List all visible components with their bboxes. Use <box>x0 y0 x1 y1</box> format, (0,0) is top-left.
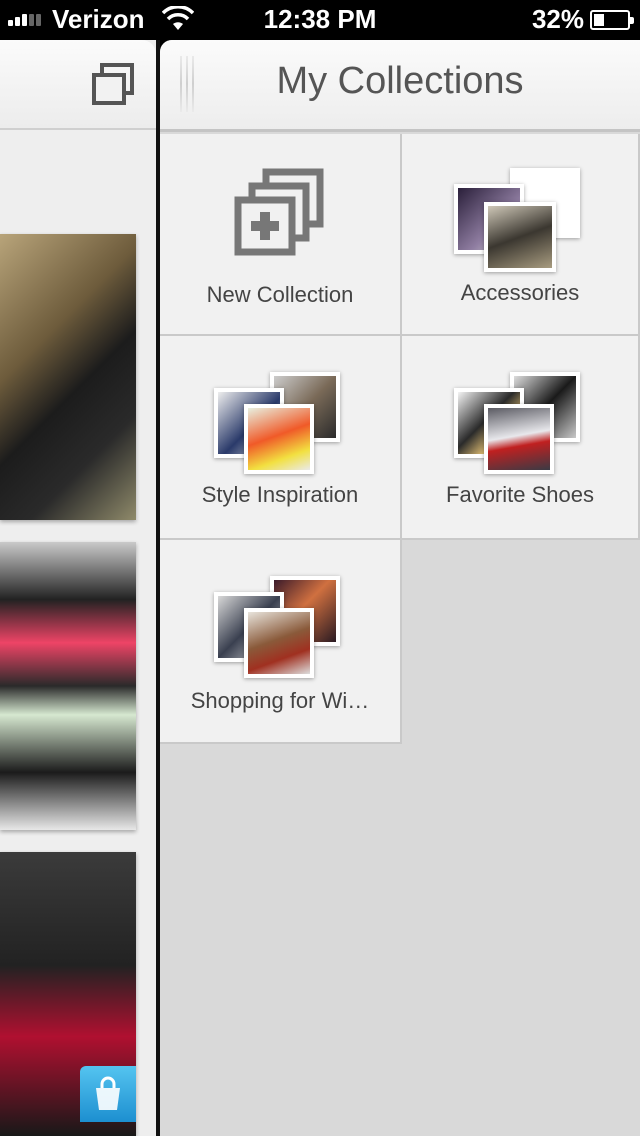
add-collection-icon <box>234 168 324 256</box>
feed-panel <box>0 40 156 1136</box>
battery-icon <box>590 10 634 30</box>
collection-name: Favorite Shoes <box>446 482 594 507</box>
collection-name: New Collection <box>206 282 354 307</box>
collection-thumbnail <box>244 404 314 474</box>
collection-thumbnail <box>244 608 314 678</box>
collection-thumbnail <box>484 404 554 474</box>
collections-icon[interactable] <box>90 62 136 106</box>
collection-name: Shopping for Wi… <box>190 688 370 713</box>
page-title: My Collections <box>276 60 524 102</box>
collection-tile-style-inspiration[interactable]: Style Inspiration <box>160 336 402 540</box>
collections-header: My Collections <box>160 40 640 132</box>
collection-name: Accessories <box>460 280 580 305</box>
collections-panel: My Collections New Collection Accessorie… <box>160 40 640 1136</box>
feed-header <box>0 40 156 130</box>
collection-tile-favorite-shoes[interactable]: Favorite Shoes <box>402 336 640 540</box>
collection-name: Style Inspiration <box>201 482 359 507</box>
battery-percentage: 32% <box>531 4 584 34</box>
collection-thumbnail <box>484 202 556 272</box>
collection-tile-accessories[interactable]: Accessories <box>402 134 640 336</box>
feed-photo-fashion[interactable] <box>0 234 136 520</box>
shopping-bag-icon[interactable] <box>80 1066 136 1122</box>
collection-tile-shopping[interactable]: Shopping for Wi… <box>160 540 402 744</box>
feed-photo-shoes[interactable] <box>0 542 136 830</box>
collection-tile-new[interactable]: New Collection <box>160 134 402 336</box>
status-bar: Verizon 12:38 PM 32% <box>0 0 640 40</box>
